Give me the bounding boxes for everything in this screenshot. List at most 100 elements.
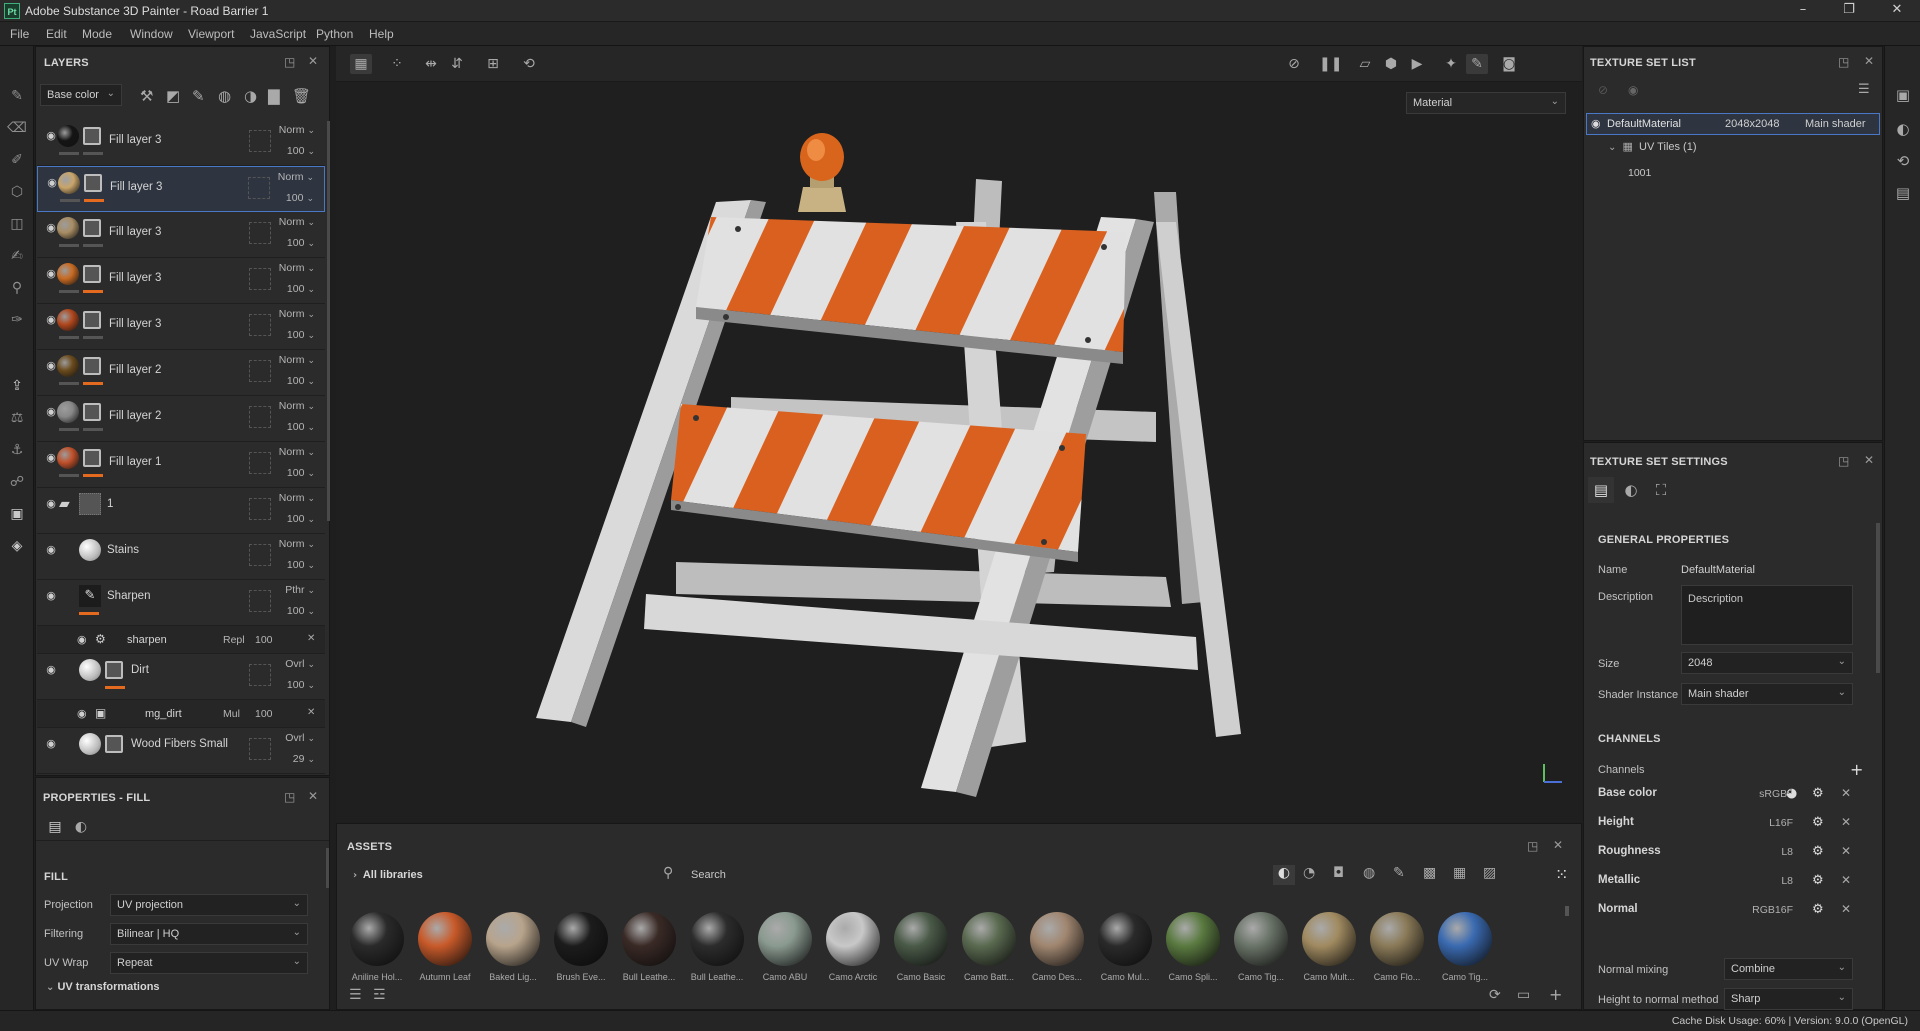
filter-environments-icon[interactable]: ▨: [1483, 865, 1496, 881]
opacity-select[interactable]: 100 ⌄: [287, 467, 315, 479]
material-thumbnail[interactable]: [758, 912, 812, 966]
undock-icon[interactable]: ◳: [284, 55, 295, 69]
eye-icon[interactable]: ◉: [77, 633, 87, 646]
material-tab-icon[interactable]: ◐: [1618, 477, 1644, 503]
material-thumbnail[interactable]: [622, 912, 676, 966]
layer-mask-thumbnail[interactable]: [105, 661, 123, 679]
list-view-icon[interactable]: ☰: [349, 987, 362, 1003]
assets-scrollbar[interactable]: [1565, 906, 1569, 916]
import-icon[interactable]: ▭: [1517, 987, 1530, 1003]
layer-checkbox[interactable]: [249, 544, 271, 566]
material-thumbnail[interactable]: [894, 912, 948, 966]
opacity-select[interactable]: 100 ⌄: [286, 192, 314, 204]
layer-checkbox[interactable]: [249, 664, 271, 686]
library-breadcrumb[interactable]: › All libraries: [353, 869, 423, 881]
layer-row[interactable]: ◉ Fill layer 3 Norm ⌄ 100 ⌄: [37, 120, 325, 166]
hide-icon[interactable]: ⊘: [1283, 54, 1305, 74]
blend-mode-select[interactable]: Norm ⌄: [279, 400, 315, 412]
close-panel-icon[interactable]: ✕: [1553, 838, 1563, 852]
symmetry-icon[interactable]: ⇹: [420, 54, 442, 74]
grid-snap-icon[interactable]: ▦: [350, 54, 372, 74]
layer-row[interactable]: ◉ Fill layer 1 Norm ⌄ 100 ⌄: [37, 442, 325, 488]
projection-icon[interactable]: ✐: [7, 150, 27, 170]
measure-icon[interactable]: ⚖: [7, 408, 27, 428]
layer-checkbox[interactable]: [249, 314, 271, 336]
filter-masks-icon[interactable]: ◘: [1333, 865, 1344, 881]
layer-mask-thumbnail[interactable]: [83, 449, 101, 467]
channel-row[interactable]: Base color sRGB8 ◕ ⚙ ✕: [1598, 781, 1863, 809]
uv-tiles-row[interactable]: ⌄ ▦ UV Tiles (1): [1608, 140, 1697, 153]
remove-channel-icon[interactable]: ✕: [1841, 902, 1851, 916]
remove-icon[interactable]: ✕: [307, 633, 315, 644]
uv-transformations-toggle[interactable]: ⌄ UV transformations: [46, 981, 160, 993]
remove-channel-icon[interactable]: ✕: [1841, 815, 1851, 829]
menu-mode[interactable]: Mode: [82, 27, 112, 41]
eye-icon[interactable]: ◉: [43, 544, 59, 556]
blend-mode-select[interactable]: Norm ⌄: [279, 124, 315, 136]
layer-mask-thumbnail[interactable]: [83, 311, 101, 329]
channel-settings-icon[interactable]: ⚙: [1812, 902, 1824, 917]
filter-smart-materials-icon[interactable]: ◔: [1303, 865, 1315, 881]
layer-checkbox[interactable]: [249, 406, 271, 428]
tiling-icon[interactable]: ⁘: [386, 54, 408, 74]
material-thumbnail[interactable]: [1030, 912, 1084, 966]
opacity-select[interactable]: 100 ⌄: [287, 237, 315, 249]
history-icon[interactable]: ⟲: [518, 54, 540, 74]
sub-blend-value[interactable]: Mul: [223, 708, 240, 720]
menu-file[interactable]: File: [10, 27, 29, 41]
channel-row[interactable]: Roughness L8 ⚙ ✕: [1598, 839, 1863, 867]
bake-icon[interactable]: ⇪: [7, 376, 27, 396]
channel-row[interactable]: Metallic L8 ⚙ ✕: [1598, 868, 1863, 896]
menu-python[interactable]: Python: [316, 27, 353, 41]
opacity-select[interactable]: 100 ⌄: [287, 329, 315, 341]
clone-stamp-icon[interactable]: ⚲: [7, 278, 27, 298]
hide-all-icon[interactable]: ⊘: [1598, 83, 1608, 97]
add-smart-material-icon[interactable]: ◑: [244, 87, 257, 105]
color-profile-icon[interactable]: ◕: [1786, 786, 1797, 801]
eye-icon[interactable]: ◉: [43, 664, 59, 676]
layer-mask-thumbnail[interactable]: [83, 219, 101, 237]
render-icon[interactable]: ✦: [1440, 54, 1462, 74]
align-icon[interactable]: ⇵: [446, 54, 468, 74]
layer-row[interactable]: ◉ Fill layer 3 Norm ⌄ 100 ⌄: [37, 258, 325, 304]
material-thumbnail[interactable]: [554, 912, 608, 966]
layer-row[interactable]: ◉ ✎ Sharpen Pthr ⌄ 100 ⌄: [37, 580, 325, 626]
paint-brush-icon[interactable]: ✎: [7, 86, 27, 106]
eye-icon[interactable]: ◉: [1591, 117, 1601, 130]
layer-row[interactable]: ◉ Fill layer 3 Norm ⌄ 100 ⌄: [37, 212, 325, 258]
channel-format[interactable]: RGB16F: [1752, 904, 1793, 916]
sub-opacity-value[interactable]: 100: [255, 634, 273, 646]
menu-javascript[interactable]: JavaScript: [250, 27, 306, 41]
channel-settings-icon[interactable]: ⚙: [1812, 786, 1824, 801]
grid-view-icon[interactable]: ⁙: [1555, 865, 1568, 884]
layer-sub-row[interactable]: ◉ ▣ mg_dirt Mul 100 ✕: [37, 700, 325, 728]
layer-mask-thumbnail[interactable]: [83, 403, 101, 421]
material-thumbnail[interactable]: [1166, 912, 1220, 966]
display-settings-icon[interactable]: ◐: [1893, 120, 1913, 138]
layer-mask-thumbnail[interactable]: [105, 735, 123, 753]
filter-generators-icon[interactable]: ◍: [1363, 865, 1375, 881]
uvwrap-select[interactable]: Repeat ⌄: [110, 952, 308, 974]
geometry-fill-icon[interactable]: ⬡: [7, 182, 27, 202]
viewport-3d[interactable]: Material ⌄: [336, 82, 1582, 822]
history-icon[interactable]: ⟲: [1893, 152, 1913, 170]
close-panel-icon[interactable]: ✕: [308, 54, 318, 68]
layer-row[interactable]: ◉ Fill layer 2 Norm ⌄ 100 ⌄: [37, 350, 325, 396]
settings-tab-icon[interactable]: ▤: [1588, 477, 1614, 503]
height-to-normal-select[interactable]: Sharp ⌄: [1724, 988, 1853, 1010]
undock-icon[interactable]: ◳: [1838, 55, 1849, 69]
blend-mode-select[interactable]: Norm ⌄: [279, 446, 315, 458]
refresh-icon[interactable]: ⟳: [1489, 987, 1501, 1003]
blend-mode-select[interactable]: Ovrl ⌄: [285, 658, 315, 670]
sub-blend-value[interactable]: Repl: [223, 634, 245, 646]
menu-viewport[interactable]: Viewport: [188, 27, 234, 41]
filter-brushes-icon[interactable]: ✎: [1393, 865, 1405, 881]
opacity-select[interactable]: 100 ⌄: [287, 605, 315, 617]
close-panel-icon[interactable]: ✕: [1864, 54, 1874, 68]
normal-mixing-select[interactable]: Combine ⌄: [1724, 958, 1853, 980]
layer-mask-thumbnail[interactable]: [84, 174, 102, 192]
log-icon[interactable]: ▤: [1893, 184, 1913, 202]
material-thumbnail[interactable]: [690, 912, 744, 966]
channel-select[interactable]: Base color ⌄: [40, 84, 122, 106]
projection-select[interactable]: UV projection ⌄: [110, 894, 308, 916]
